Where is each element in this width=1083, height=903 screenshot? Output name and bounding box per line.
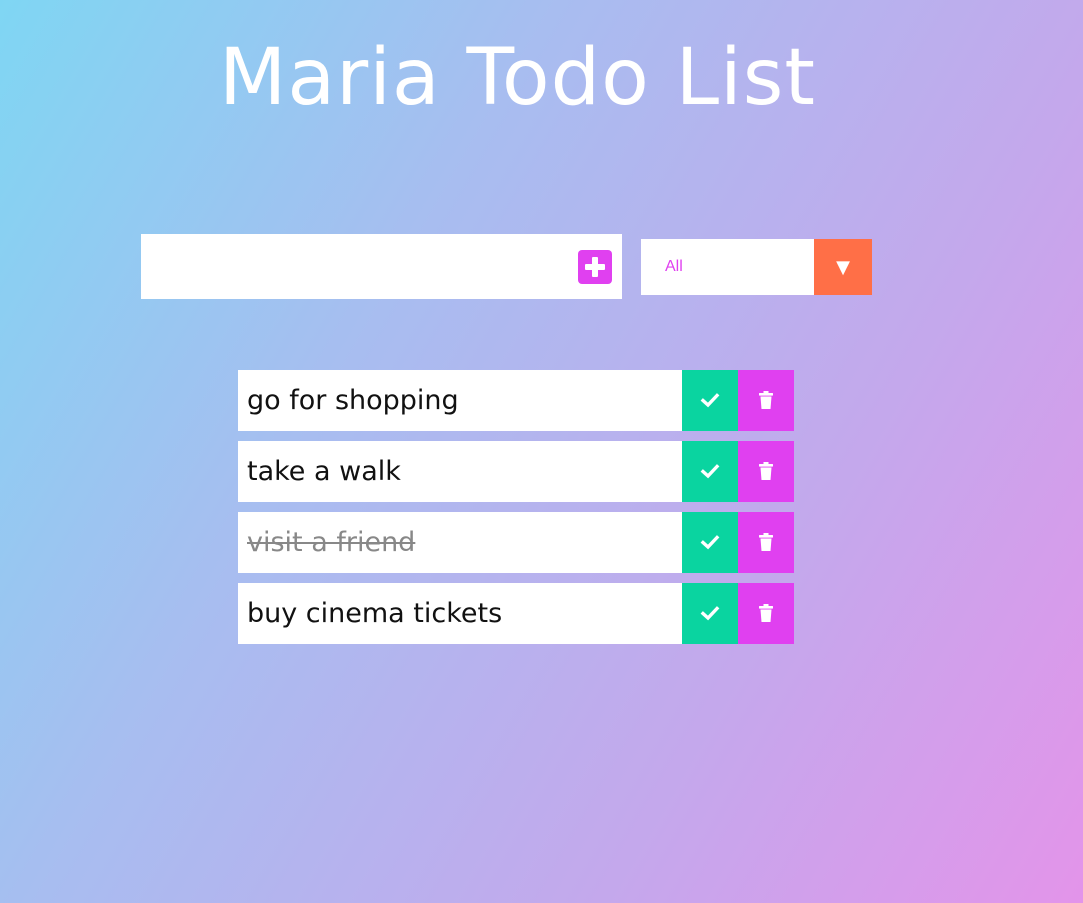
check-icon xyxy=(700,393,720,408)
todo-text: take a walk xyxy=(247,456,401,487)
filter-select[interactable]: All ▼ xyxy=(641,239,872,295)
todo-text: buy cinema tickets xyxy=(247,598,503,629)
todo-item: go for shopping xyxy=(238,370,794,431)
trash-button[interactable] xyxy=(738,512,794,573)
todo-item-completed: visit a friend xyxy=(238,512,794,573)
todo-text: visit a friend xyxy=(247,527,416,558)
trash-button[interactable] xyxy=(738,370,794,431)
trash-icon xyxy=(759,462,773,480)
trash-icon xyxy=(759,391,773,409)
complete-button[interactable] xyxy=(682,370,738,431)
dropdown-arrow-icon[interactable]: ▼ xyxy=(814,239,872,295)
page-title: Maria Todo List xyxy=(219,33,816,123)
trash-button[interactable] xyxy=(738,583,794,644)
trash-icon xyxy=(759,533,773,551)
add-todo-button[interactable] xyxy=(569,234,622,299)
plus-square-icon xyxy=(578,250,612,284)
check-icon xyxy=(700,535,720,550)
check-icon xyxy=(700,606,720,621)
todo-list: go for shopping take a walk visit a frie… xyxy=(238,370,794,654)
todo-input[interactable] xyxy=(141,234,561,299)
todo-input-container xyxy=(141,234,622,299)
check-icon xyxy=(700,464,720,479)
todo-item: take a walk xyxy=(238,441,794,502)
complete-button[interactable] xyxy=(682,512,738,573)
complete-button[interactable] xyxy=(682,441,738,502)
complete-button[interactable] xyxy=(682,583,738,644)
filter-selected-value: All xyxy=(665,258,683,275)
todo-item: buy cinema tickets xyxy=(238,583,794,644)
trash-button[interactable] xyxy=(738,441,794,502)
todo-text: go for shopping xyxy=(247,385,459,416)
trash-icon xyxy=(759,604,773,622)
